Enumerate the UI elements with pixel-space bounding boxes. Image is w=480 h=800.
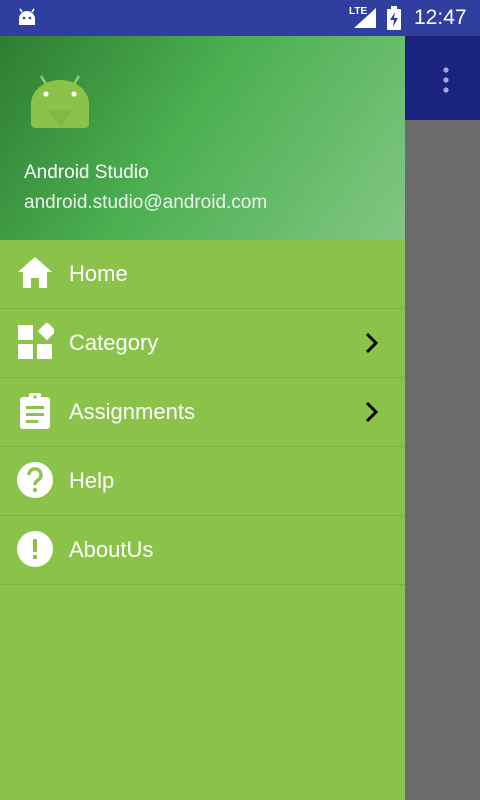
battery-icon	[387, 6, 401, 30]
status-bar: LTE 12:47	[0, 0, 480, 36]
menu-item-home[interactable]: Home	[0, 240, 405, 309]
user-name: Android Studio	[24, 162, 149, 183]
user-email: android.studio@android.com	[24, 192, 268, 213]
menu-item-label: Assignments	[69, 399, 195, 424]
overflow-menu-icon[interactable]	[440, 66, 452, 94]
assignment-icon	[20, 393, 50, 429]
signal-icon	[354, 8, 376, 28]
android-logo-icon	[31, 75, 89, 128]
menu-item-label: Category	[69, 330, 159, 355]
menu-item-help[interactable]: Help	[0, 447, 405, 516]
help-icon	[17, 462, 53, 498]
info-icon	[17, 531, 53, 567]
category-icon	[18, 323, 54, 359]
drawer-header: Android Studio android.studio@android.co…	[0, 36, 405, 240]
navigation-drawer: Android Studio android.studio@android.co…	[0, 36, 405, 800]
android-icon	[19, 8, 35, 25]
home-icon	[18, 257, 52, 288]
menu-item-label: AboutUs	[69, 537, 154, 562]
menu-item-label: Help	[69, 468, 115, 493]
chevron-right-icon	[365, 332, 379, 354]
chevron-right-icon	[365, 401, 379, 423]
menu-item-label: Home	[69, 261, 128, 286]
clock: 12:47	[414, 6, 467, 29]
menu-item-category[interactable]: Category	[0, 309, 405, 378]
menu-item-assignments[interactable]: Assignments	[0, 378, 405, 447]
menu-item-aboutus[interactable]: AboutUs	[0, 516, 405, 585]
